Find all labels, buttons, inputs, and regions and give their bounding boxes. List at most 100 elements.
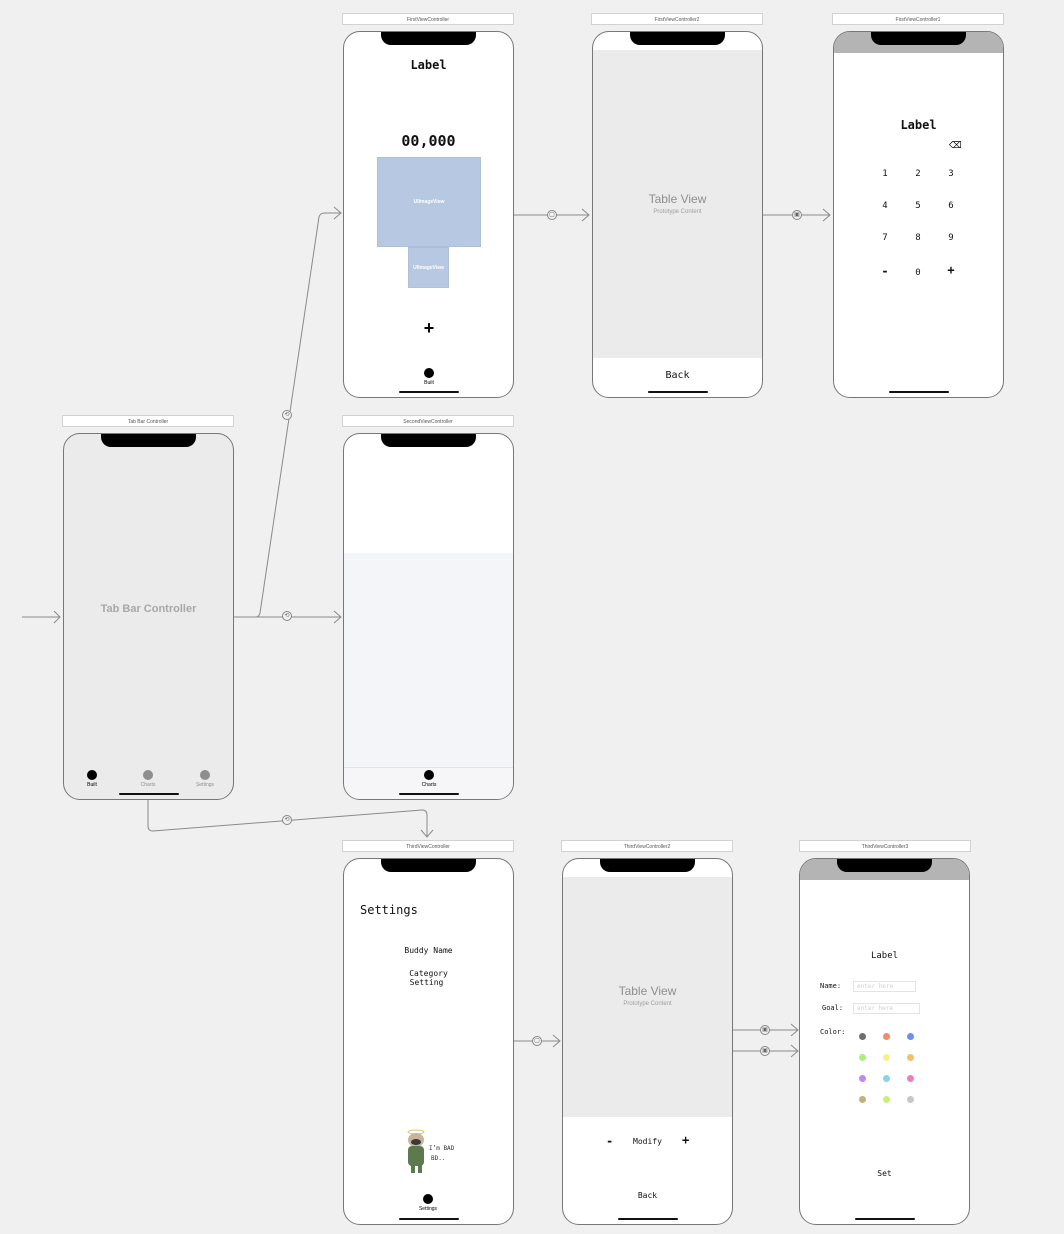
notch (837, 859, 932, 872)
home-indicator (119, 793, 179, 795)
notch (600, 859, 695, 872)
title-label: Label (870, 951, 899, 961)
tab-icon-settings[interactable] (423, 1194, 433, 1204)
tab-icon-charts[interactable] (143, 770, 153, 780)
scene-title-third2[interactable]: ThirdViewController2 (561, 840, 733, 852)
key-8[interactable]: 8 (908, 233, 928, 243)
tab-label-built[interactable]: Built (72, 782, 112, 788)
third-view-controller-3[interactable]: Label Name: enter here Goal: enter here … (799, 858, 970, 1225)
scene-title-first[interactable]: FirstViewController (342, 13, 514, 25)
tab-icon-built[interactable] (424, 368, 434, 378)
goal-label: Goal: (822, 1004, 844, 1012)
key-plus[interactable]: + (941, 263, 961, 277)
color-option-cyan[interactable] (883, 1075, 890, 1082)
category-setting-button-line2[interactable]: Setting (344, 978, 513, 987)
color-option-lime[interactable] (883, 1096, 890, 1103)
key-3[interactable]: 3 (941, 169, 961, 179)
scene-title-first2[interactable]: FirstViewController2 (591, 13, 763, 25)
color-option-amber[interactable] (907, 1054, 914, 1061)
tab-label-settings: Settings (418, 1206, 438, 1212)
color-label: Color: (820, 1028, 846, 1036)
color-option-blue[interactable] (907, 1033, 914, 1040)
modify-button[interactable]: Modify (563, 1137, 732, 1146)
scene-title-third3[interactable]: ThirdViewController3 (799, 840, 971, 852)
category-setting-button-line1[interactable]: Category (344, 969, 513, 978)
modal-segue-icon[interactable]: ▣ (760, 1046, 770, 1056)
tab-bar-controller[interactable]: Tab Bar Controller Built Charts Settings (63, 433, 234, 800)
key-5[interactable]: 5 (908, 201, 928, 211)
image-view-large: UIImageView (377, 157, 481, 247)
first-view-controller[interactable]: Label 00,000 UIImageView UIImageView + B… (343, 31, 514, 398)
add-button[interactable]: + (414, 318, 444, 339)
third-view-controller-2[interactable]: Table View Prototype Content - Modify + … (562, 858, 733, 1225)
key-9[interactable]: 9 (941, 233, 961, 243)
tab-label-settings[interactable]: Settings (185, 782, 225, 788)
modal-segue-icon[interactable]: ▣ (792, 210, 802, 220)
tab-icon-settings[interactable] (200, 770, 210, 780)
color-option-pink[interactable] (907, 1075, 914, 1082)
home-indicator (618, 1218, 678, 1220)
mascot-pug-image (407, 1129, 425, 1173)
color-option-olive[interactable] (859, 1096, 866, 1103)
mascot-text-2: BD.. (431, 1155, 446, 1162)
key-7[interactable]: 7 (875, 233, 895, 243)
tab-label-charts[interactable]: Charts (128, 782, 168, 788)
delete-backspace-icon[interactable]: ⌫ (949, 140, 962, 151)
color-option-orange[interactable] (883, 1033, 890, 1040)
tab-label-charts: Charts (421, 782, 437, 788)
key-minus[interactable]: - (875, 264, 895, 278)
color-option-silver[interactable] (907, 1096, 914, 1103)
mascot-text-1: I’m BAD (429, 1145, 455, 1152)
relationship-segue-icon[interactable]: ⟲ (282, 815, 292, 825)
tab-icon-built[interactable] (87, 770, 97, 780)
first-view-controller-1[interactable]: Label ⌫ 1 2 3 4 5 6 7 8 9 - 0 + (833, 31, 1004, 398)
modal-segue-icon[interactable]: ▣ (760, 1025, 770, 1035)
tab-icon-charts[interactable] (424, 770, 434, 780)
scene-title-tabbar[interactable]: Tab Bar Controller (62, 415, 234, 427)
key-6[interactable]: 6 (941, 201, 961, 211)
scene-title-third[interactable]: ThirdViewController (342, 840, 514, 852)
amount-label: 00,000 (401, 132, 456, 150)
scene-title-second[interactable]: SecondViewController (342, 415, 514, 427)
color-option-green[interactable] (859, 1054, 866, 1061)
second-view-controller[interactable]: Charts (343, 433, 514, 800)
home-indicator (399, 793, 459, 795)
goal-field[interactable]: enter here (853, 1003, 920, 1014)
table-view[interactable]: Table View Prototype Content (593, 50, 762, 358)
chart-container-view (344, 553, 513, 767)
set-button[interactable]: Set (800, 1169, 969, 1178)
image-view-small: UIImageView (408, 247, 449, 288)
notch (381, 32, 476, 45)
key-2[interactable]: 2 (908, 169, 928, 179)
home-indicator (399, 1218, 459, 1220)
back-button[interactable]: Back (563, 1191, 732, 1200)
name-field[interactable]: enter here (853, 981, 916, 992)
notch (381, 859, 476, 872)
color-option-yellow[interactable] (883, 1054, 890, 1061)
third-view-controller[interactable]: Settings Buddy Name Category Setting I’m… (343, 858, 514, 1225)
input-label: Label (900, 118, 937, 132)
show-segue-icon[interactable]: ▢ (532, 1036, 542, 1046)
table-view-title: Table View (618, 984, 677, 998)
first-view-controller-2[interactable]: Table View Prototype Content Back (592, 31, 763, 398)
home-indicator (889, 391, 949, 393)
color-option-gray[interactable] (859, 1033, 866, 1040)
back-button[interactable]: Back (593, 370, 762, 381)
key-0[interactable]: 0 (908, 268, 928, 278)
scene-title-first1[interactable]: FirstViewController1 (832, 13, 1004, 25)
color-option-purple[interactable] (859, 1075, 866, 1082)
relationship-segue-icon[interactable]: ⟲ (282, 611, 292, 621)
increase-button[interactable]: + (682, 1133, 689, 1147)
table-view-title: Table View (648, 192, 707, 206)
tab-label-built: Built (424, 380, 434, 386)
home-indicator (399, 391, 459, 393)
show-segue-icon[interactable]: ▢ (547, 210, 557, 220)
table-view[interactable]: Table View Prototype Content (563, 877, 732, 1117)
key-4[interactable]: 4 (875, 201, 895, 211)
table-view-subtitle: Prototype Content (653, 209, 702, 215)
key-1[interactable]: 1 (875, 169, 895, 179)
title-label: Label (410, 58, 447, 72)
buddy-name-button[interactable]: Buddy Name (344, 946, 513, 955)
relationship-segue-icon[interactable]: ⟲ (282, 410, 292, 420)
settings-heading: Settings (360, 903, 418, 917)
